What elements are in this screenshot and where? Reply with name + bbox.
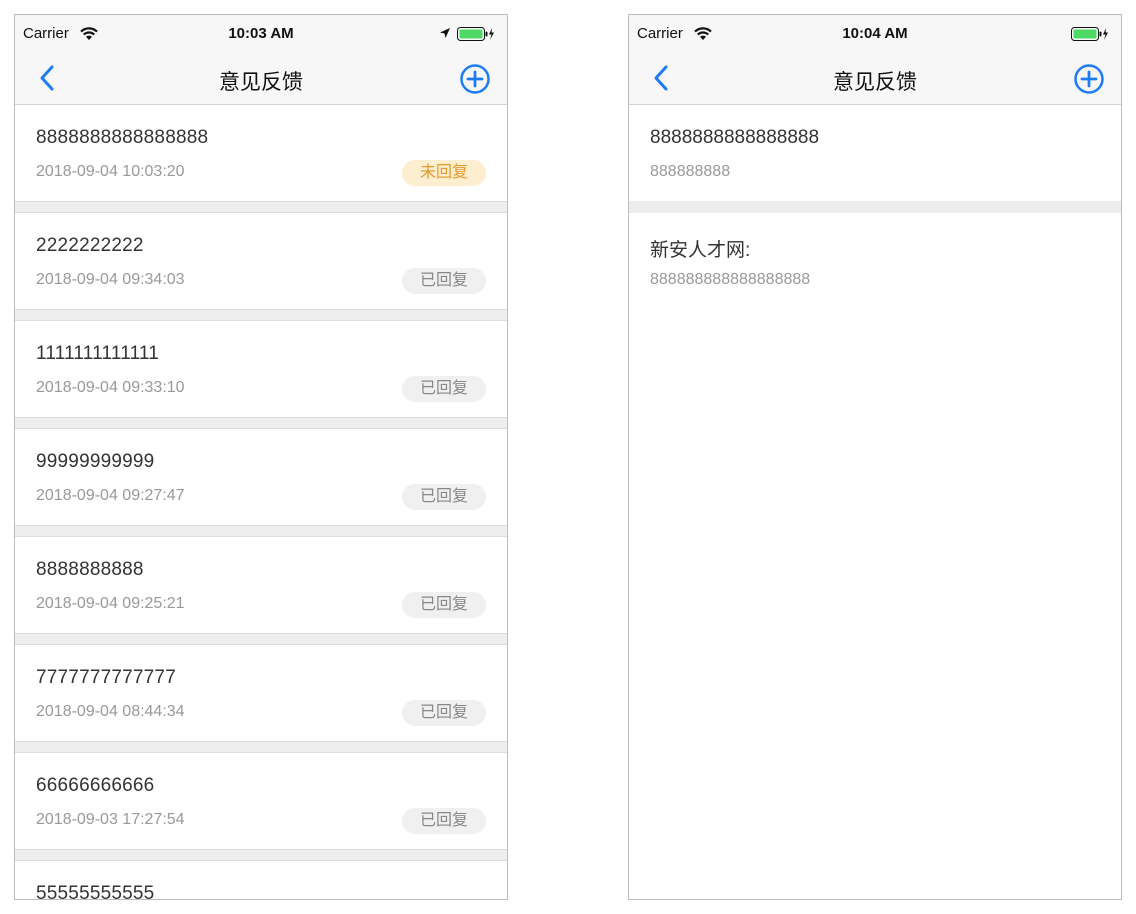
reply-text: 888888888888888888: [650, 271, 811, 288]
feedback-date: 2018-09-04 09:27:47: [36, 487, 185, 504]
status-badge: 已回复: [402, 268, 486, 294]
feedback-content: 8888888888888888: [650, 127, 820, 148]
reply-label: 新安人才网:: [650, 240, 751, 261]
list-divider: [15, 849, 507, 861]
feedback-date: 2018-09-04 09:34:03: [36, 271, 185, 288]
feedback-date: 2018-09-04 09:33:10: [36, 379, 185, 396]
feedback-detail-screen: Carrier 10:04 AM 意见反馈 8888888888888888 8…: [628, 14, 1122, 900]
list-item[interactable]: 8888888888888888 2018-09-04 10:03:20 未回复: [15, 105, 507, 201]
feedback-content: 2222222222: [36, 235, 144, 256]
reply-block: 新安人才网: 888888888888888888: [629, 213, 1121, 309]
feedback-date: 2018-09-04 08:44:34: [36, 703, 185, 720]
list-item[interactable]: 55555555555: [15, 861, 507, 900]
status-time: 10:03 AM: [228, 25, 294, 42]
list-divider: [15, 633, 507, 645]
status-badge: 已回复: [402, 808, 486, 834]
feedback-list: 8888888888888888 2018-09-04 10:03:20 未回复…: [15, 105, 507, 900]
list-item[interactable]: 1111111111111 2018-09-04 09:33:10 已回复: [15, 321, 507, 417]
list-item[interactable]: 99999999999 2018-09-04 09:27:47 已回复: [15, 429, 507, 525]
list-divider: [15, 741, 507, 753]
feedback-content: 8888888888888888: [36, 127, 209, 148]
status-badge: 已回复: [402, 592, 486, 618]
list-divider: [15, 201, 507, 213]
navigation-bar: 意见反馈: [15, 53, 507, 105]
status-badge: 已回复: [402, 700, 486, 726]
feedback-content: 55555555555: [36, 883, 155, 900]
add-circle-icon[interactable]: [1073, 63, 1105, 95]
list-divider: [15, 309, 507, 321]
status-badge: 已回复: [402, 376, 486, 402]
status-bar: Carrier 10:04 AM: [629, 15, 1121, 53]
list-divider: [15, 417, 507, 429]
status-badge: 未回复: [402, 160, 486, 186]
list-item[interactable]: 7777777777777 2018-09-04 08:44:34 已回复: [15, 645, 507, 741]
feedback-date: 2018-09-04 09:25:21: [36, 595, 185, 612]
feedback-content: 99999999999: [36, 451, 155, 472]
add-circle-icon[interactable]: [459, 63, 491, 95]
feedback-content: 1111111111111: [36, 343, 160, 364]
list-item[interactable]: 66666666666 2018-09-03 17:27:54 已回复: [15, 753, 507, 849]
list-item[interactable]: 2222222222 2018-09-04 09:34:03 已回复: [15, 213, 507, 309]
feedback-content: 66666666666: [36, 775, 155, 796]
feedback-list-screen: Carrier 10:03 AM 意见反馈 8888888888888888 2…: [14, 14, 508, 900]
feedback-block: 8888888888888888 888888888: [629, 105, 1121, 201]
feedback-content: 7777777777777: [36, 667, 176, 688]
status-time: 10:04 AM: [842, 25, 908, 42]
location-arrow-icon: [440, 28, 450, 38]
section-divider: [629, 201, 1121, 213]
battery-icon: [457, 27, 494, 41]
battery-icon: [1071, 27, 1108, 41]
feedback-content: 8888888888: [36, 559, 144, 580]
navigation-bar: 意见反馈: [629, 53, 1121, 105]
list-divider: [15, 525, 507, 537]
feedback-subtext: 888888888: [650, 163, 731, 180]
page-title: 意见反馈: [219, 71, 303, 94]
feedback-date: 2018-09-04 10:03:20: [36, 163, 185, 180]
feedback-date: 2018-09-03 17:27:54: [36, 811, 185, 828]
status-badge: 已回复: [402, 484, 486, 510]
list-item[interactable]: 8888888888 2018-09-04 09:25:21 已回复: [15, 537, 507, 633]
page-title: 意见反馈: [833, 71, 917, 94]
status-bar: Carrier 10:03 AM: [15, 15, 507, 53]
